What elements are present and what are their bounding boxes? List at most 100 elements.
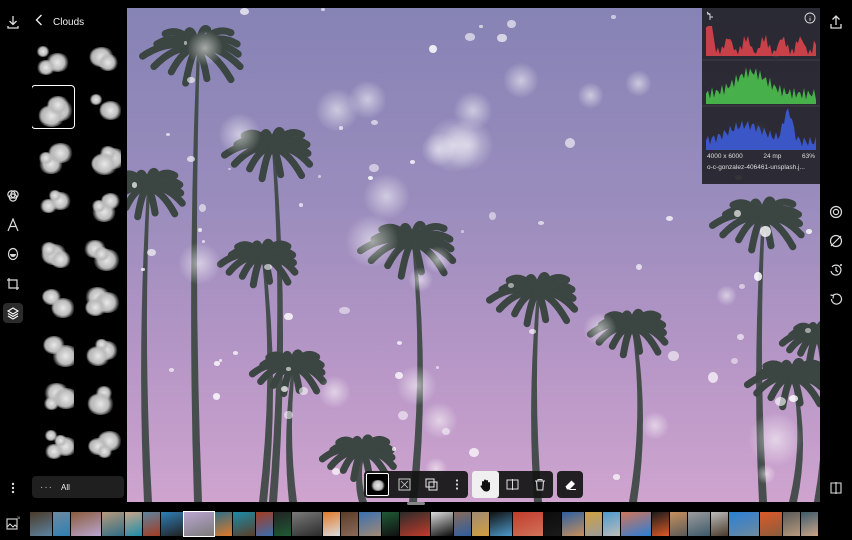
filmstrip-thumbnail[interactable] [783,512,800,536]
snow-bokeh [747,412,803,468]
back-chevron-icon[interactable] [35,13,43,31]
filmstrip-handle[interactable] [407,502,425,505]
filmstrip-thumbnail[interactable] [585,512,602,536]
text-icon[interactable] [3,215,23,235]
gallery-icon[interactable]: 36 [6,516,21,535]
filmstrip-thumbnail[interactable] [544,512,561,536]
crop-icon[interactable] [3,274,23,294]
cloud-thumbnail[interactable] [32,326,74,368]
filmstrip-thumbnail[interactable] [652,512,669,536]
snowflake [737,333,744,340]
cloud-thumbnail[interactable] [79,134,121,176]
layers-icon[interactable] [3,303,23,323]
filmstrip-thumbnail[interactable] [341,512,358,536]
filmstrip-thumbnail[interactable] [382,512,399,536]
cloud-thumbnail[interactable] [79,38,121,80]
snowflake [186,76,195,84]
filmstrip-thumbnail[interactable] [621,512,651,536]
cloud-thumbnail[interactable] [32,182,74,224]
all-categories-button[interactable]: ··· All [32,476,124,498]
cloud-thumbnail[interactable] [32,38,74,80]
filmstrip-thumbnail[interactable] [454,512,471,536]
details-icon[interactable] [826,202,846,222]
dots-icon: ··· [40,481,53,493]
snowflake [146,249,156,257]
snowflake [760,226,771,237]
cloud-thumbnail[interactable] [32,278,74,320]
history-icon[interactable] [826,260,846,280]
cloud-thumbnail[interactable] [79,278,121,320]
cloud-thumbnail[interactable] [32,85,75,129]
more-icon[interactable] [3,478,23,498]
filmstrip-thumbnail[interactable] [292,512,322,536]
snowflake [284,410,293,420]
download-icon[interactable] [3,12,23,32]
trash-icon[interactable] [526,471,553,498]
filters-icon[interactable] [3,186,23,206]
fit-icon[interactable] [391,471,418,498]
filmstrip-thumbnail[interactable] [143,512,160,536]
snow-bokeh [396,364,438,406]
layer-thumbnail[interactable] [364,471,391,498]
histogram-graph [702,11,820,150]
filmstrip-thumbnail[interactable] [102,512,124,536]
filmstrip-thumbnail[interactable] [71,512,101,536]
filmstrip-thumbnail[interactable] [183,511,215,537]
cloud-thumbnail[interactable] [79,182,121,224]
eraser-icon[interactable] [557,471,583,498]
filmstrip-thumbnail[interactable] [513,512,543,536]
snowflake [141,268,145,271]
filmstrip-thumbnail[interactable] [233,512,255,536]
filmstrip-thumbnail[interactable] [562,512,584,536]
filmstrip-thumbnail[interactable] [729,512,759,536]
revert-icon[interactable] [826,289,846,309]
filmstrip-thumbnail[interactable] [431,512,453,536]
snowflake [665,215,673,222]
filmstrip-thumbnail[interactable] [161,512,183,536]
collapse-icon [706,11,713,20]
filmstrip-thumbnail[interactable] [670,512,687,536]
filmstrip-thumbnail[interactable] [125,512,142,536]
filmstrip-thumbnail[interactable] [215,512,232,536]
filmstrip-thumbnail[interactable] [688,512,710,536]
filmstrip-thumbnail[interactable] [400,512,430,536]
cloud-thumbnail[interactable] [79,86,121,128]
snowflake [165,132,170,136]
layer-toolbar [364,471,468,498]
svg-text:36: 36 [17,516,20,520]
filmstrip-thumbnail[interactable] [359,512,381,536]
cloud-thumbnail[interactable] [32,422,74,464]
cloud-thumbnail[interactable] [79,470,121,474]
filmstrip-thumbnail[interactable] [711,512,728,536]
filmstrip-thumbnail[interactable] [53,512,70,536]
snowflake [299,386,309,395]
more-icon[interactable] [445,471,468,498]
cloud-thumbnail[interactable] [79,422,121,464]
split-icon[interactable] [499,471,526,498]
cloud-thumbnail[interactable] [32,470,74,474]
filmstrip-thumbnail[interactable] [472,512,489,536]
filmstrip-thumbnail[interactable] [256,512,273,536]
filmstrip-thumbnail[interactable] [30,512,52,536]
cloud-thumbnail[interactable] [32,134,74,176]
filmstrip-thumbnail[interactable] [760,512,782,536]
cloud-thumbnail[interactable] [32,230,74,272]
effect-icon[interactable] [826,231,846,251]
cloud-thumbnail[interactable] [79,374,121,416]
cloud-thumbnail[interactable] [79,230,121,272]
cloud-thumbnail[interactable] [32,374,74,416]
filmstrip-thumbnail[interactable] [801,512,818,536]
duplicate-icon[interactable] [418,471,445,498]
filmstrip-thumbnail[interactable] [603,512,620,536]
share-icon[interactable] [826,12,846,32]
mask-icon[interactable] [3,244,23,264]
snowflake [232,350,238,355]
right-rail [820,0,852,504]
cloud-thumbnail[interactable] [79,326,121,368]
filmstrip-thumbnail[interactable] [274,512,291,536]
compare-icon[interactable] [826,478,846,498]
panel-title: Clouds [53,16,85,28]
filmstrip-thumbnail[interactable] [490,512,512,536]
filmstrip-thumbnail[interactable] [323,512,340,536]
hand-icon[interactable] [472,471,499,498]
